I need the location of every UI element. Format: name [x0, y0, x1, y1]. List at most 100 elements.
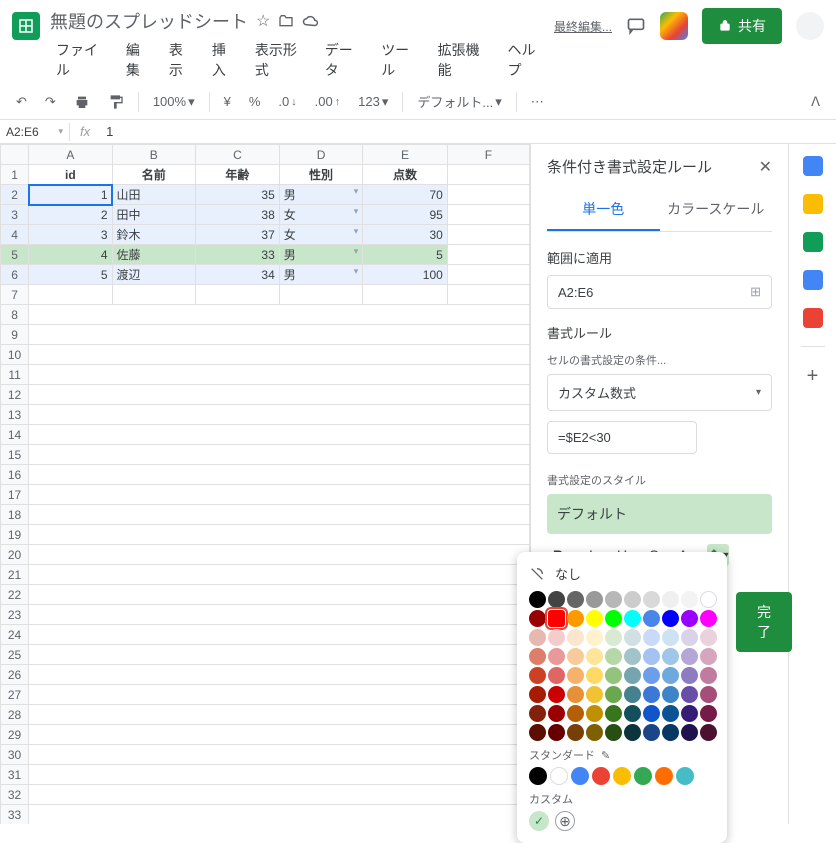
- formula-input[interactable]: =$E2<30: [547, 421, 697, 454]
- comment-icon[interactable]: [626, 16, 646, 36]
- paint-format-icon[interactable]: [104, 92, 128, 112]
- color-swatch[interactable]: [548, 705, 565, 722]
- tab-color-scale[interactable]: カラースケール: [660, 189, 773, 231]
- color-swatch[interactable]: [643, 591, 660, 608]
- standard-color-swatch[interactable]: [634, 767, 652, 785]
- tab-single-color[interactable]: 単一色: [547, 189, 660, 231]
- last-edit-link[interactable]: 最終編集...: [554, 18, 612, 35]
- color-swatch[interactable]: [662, 686, 679, 703]
- color-swatch[interactable]: [643, 686, 660, 703]
- calendar-icon[interactable]: [803, 156, 823, 176]
- color-swatch[interactable]: [624, 686, 641, 703]
- color-swatch[interactable]: [624, 610, 641, 627]
- zoom-select[interactable]: 100% ▾: [149, 92, 199, 112]
- contacts-icon[interactable]: [803, 270, 823, 290]
- percent-button[interactable]: %: [245, 92, 265, 111]
- color-swatch[interactable]: [586, 686, 603, 703]
- collapse-toolbar-icon[interactable]: ᐱ: [807, 92, 824, 112]
- menu-format[interactable]: 表示形式: [249, 36, 315, 84]
- color-swatch[interactable]: [529, 667, 546, 684]
- color-swatch[interactable]: [643, 667, 660, 684]
- color-swatch[interactable]: [681, 610, 698, 627]
- color-swatch[interactable]: [624, 667, 641, 684]
- color-swatch[interactable]: [662, 705, 679, 722]
- color-swatch[interactable]: [681, 724, 698, 741]
- menu-data[interactable]: データ: [319, 36, 371, 84]
- color-swatch[interactable]: [605, 667, 622, 684]
- color-swatch[interactable]: [586, 610, 603, 627]
- number-format-button[interactable]: 123 ▾: [354, 92, 392, 112]
- color-swatch[interactable]: [662, 610, 679, 627]
- color-swatch[interactable]: [567, 705, 584, 722]
- color-swatch[interactable]: [586, 629, 603, 646]
- color-swatch[interactable]: [605, 705, 622, 722]
- color-swatch[interactable]: [643, 610, 660, 627]
- move-icon[interactable]: [278, 13, 294, 29]
- color-swatch[interactable]: [700, 629, 717, 646]
- color-swatch[interactable]: [700, 686, 717, 703]
- color-swatch[interactable]: [662, 648, 679, 665]
- color-swatch[interactable]: [662, 591, 679, 608]
- color-swatch[interactable]: [567, 648, 584, 665]
- color-swatch[interactable]: [700, 667, 717, 684]
- cloud-icon[interactable]: [302, 14, 320, 28]
- color-swatch[interactable]: [605, 591, 622, 608]
- standard-color-swatch[interactable]: [550, 767, 568, 785]
- account-avatar[interactable]: [796, 12, 824, 40]
- color-swatch[interactable]: [548, 686, 565, 703]
- grid-select-icon[interactable]: ⊞: [750, 284, 761, 300]
- color-swatch[interactable]: [700, 610, 717, 627]
- color-swatch[interactable]: [586, 667, 603, 684]
- color-swatch[interactable]: [662, 724, 679, 741]
- color-swatch[interactable]: [548, 629, 565, 646]
- menu-edit[interactable]: 編集: [120, 36, 159, 84]
- col-header[interactable]: E: [363, 145, 448, 165]
- col-header[interactable]: D: [279, 145, 363, 165]
- color-swatch[interactable]: [529, 591, 546, 608]
- color-swatch[interactable]: [624, 724, 641, 741]
- color-swatch[interactable]: [605, 629, 622, 646]
- color-swatch[interactable]: [681, 629, 698, 646]
- color-swatch[interactable]: [567, 724, 584, 741]
- edit-icon[interactable]: ✎: [601, 749, 610, 762]
- redo-icon[interactable]: ↷: [41, 92, 60, 112]
- color-swatch[interactable]: [643, 705, 660, 722]
- col-header[interactable]: C: [196, 145, 280, 165]
- formula-input[interactable]: 1: [100, 122, 836, 141]
- share-button[interactable]: 共有: [702, 8, 782, 44]
- meet-icon[interactable]: [660, 12, 688, 40]
- color-swatch[interactable]: [700, 648, 717, 665]
- row-header[interactable]: 1: [1, 165, 29, 185]
- color-swatch[interactable]: [605, 686, 622, 703]
- color-swatch[interactable]: [548, 648, 565, 665]
- font-select[interactable]: デフォルト... ▾: [413, 90, 505, 113]
- color-swatch[interactable]: [548, 724, 565, 741]
- print-icon[interactable]: [70, 92, 94, 112]
- color-swatch[interactable]: [548, 591, 565, 608]
- condition-select[interactable]: カスタム数式▾: [547, 374, 772, 411]
- menu-extensions[interactable]: 拡張機能: [432, 36, 498, 84]
- document-title[interactable]: 無題のスプレッドシート: [50, 8, 248, 34]
- standard-color-swatch[interactable]: [571, 767, 589, 785]
- color-swatch[interactable]: [643, 629, 660, 646]
- menu-tools[interactable]: ツール: [375, 36, 427, 84]
- standard-color-swatch[interactable]: [613, 767, 631, 785]
- color-swatch[interactable]: [681, 686, 698, 703]
- undo-icon[interactable]: ↶: [12, 92, 31, 112]
- increase-decimal-button[interactable]: .00↑: [311, 92, 345, 111]
- add-addon-icon[interactable]: +: [807, 365, 819, 388]
- color-swatch[interactable]: [700, 724, 717, 741]
- menu-help[interactable]: ヘルプ: [502, 36, 554, 84]
- color-swatch[interactable]: [586, 724, 603, 741]
- star-icon[interactable]: ☆: [256, 11, 270, 31]
- color-swatch[interactable]: [529, 724, 546, 741]
- color-swatch[interactable]: [681, 705, 698, 722]
- color-swatch[interactable]: [529, 610, 546, 627]
- standard-color-swatch[interactable]: [592, 767, 610, 785]
- maps-icon[interactable]: [803, 308, 823, 328]
- color-swatch[interactable]: [624, 648, 641, 665]
- decrease-decimal-button[interactable]: .0↓: [274, 92, 300, 111]
- color-swatch[interactable]: [548, 610, 565, 627]
- color-swatch[interactable]: [586, 591, 603, 608]
- color-swatch[interactable]: [681, 591, 698, 608]
